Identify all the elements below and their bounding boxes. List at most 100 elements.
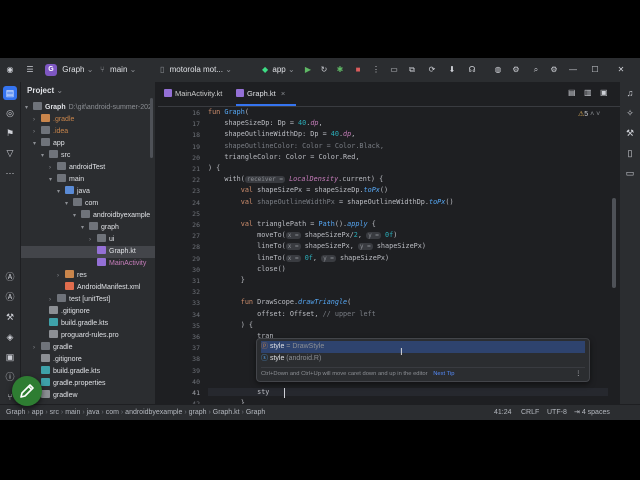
completion-item[interactable]: ⓢ style (android.R) bbox=[261, 353, 585, 365]
terminal-icon[interactable]: ▣ bbox=[3, 350, 17, 364]
project-tree-item[interactable]: › gradle bbox=[21, 342, 155, 354]
project-tree-item[interactable]: ▾ src bbox=[21, 150, 155, 162]
editor-scrollbar[interactable] bbox=[612, 198, 616, 288]
project-scrollbar[interactable] bbox=[150, 98, 153, 158]
breadcrumb-item[interactable]: com bbox=[106, 409, 119, 416]
app-menu-icon[interactable]: ◉ bbox=[4, 58, 16, 82]
chevron-right-icon[interactable]: › bbox=[49, 162, 57, 174]
caret-position[interactable]: 41:24 bbox=[494, 405, 512, 420]
next-tip-link[interactable]: Next Tip bbox=[433, 371, 454, 377]
chevron-right-icon[interactable]: › bbox=[33, 126, 41, 138]
notifications-bell-icon[interactable]: ♫ bbox=[623, 86, 637, 100]
sync-icon[interactable]: ⟳ bbox=[426, 58, 438, 82]
code-line[interactable]: shapeOutlineColor: Color = Color.Black, bbox=[208, 142, 384, 150]
indent-selector[interactable]: ⇥ 4 spaces bbox=[574, 405, 610, 420]
gradle-tool-icon[interactable]: ⚒ bbox=[623, 126, 637, 140]
more-icon[interactable]: ⋮ bbox=[370, 58, 382, 82]
breadcrumb-item[interactable]: src bbox=[50, 409, 59, 416]
code-line[interactable]: lineTo(x = 0f, y = shapeSizePx) bbox=[208, 254, 389, 262]
project-tree-item[interactable]: Graph.kt bbox=[21, 246, 155, 258]
project-tool-icon[interactable]: ▤ bbox=[3, 86, 17, 100]
gem-icon[interactable]: ◈ bbox=[3, 330, 17, 344]
project-panel-title[interactable]: Project ⌄ bbox=[27, 82, 63, 100]
code-line[interactable]: lineTo(x = shapeSizePx, y = shapeSizePx) bbox=[208, 242, 426, 251]
project-tree-item[interactable]: AndroidManifest.xml bbox=[21, 282, 155, 294]
close-icon[interactable]: ✕ bbox=[614, 58, 628, 82]
project-tree-item[interactable]: ▾ Graph D:\git\android-summer-202 bbox=[21, 102, 155, 114]
chevron-right-icon[interactable]: › bbox=[49, 294, 57, 306]
resource-manager-icon[interactable]: ⚑ bbox=[3, 126, 17, 140]
project-tree-item[interactable]: ▾ app bbox=[21, 138, 155, 150]
structure-icon[interactable]: ⋯ bbox=[3, 166, 17, 180]
code-line[interactable]: shapeOutlineWidthDp: Dp = 40.dp, bbox=[208, 130, 355, 138]
completion-item[interactable]: ⓟ style = DrawStyle bbox=[261, 341, 585, 353]
project-tree-item[interactable]: › androidTest bbox=[21, 162, 155, 174]
breadcrumb-item[interactable]: main bbox=[65, 409, 80, 416]
minimize-icon[interactable]: — bbox=[566, 58, 580, 82]
chevron-right-icon[interactable]: › bbox=[89, 234, 97, 246]
project-tree-item[interactable]: MainActivity bbox=[21, 258, 155, 270]
chevron-down-icon[interactable]: ▾ bbox=[73, 210, 81, 222]
chevron-right-icon[interactable]: › bbox=[33, 342, 41, 354]
chevron-down-icon[interactable]: ▾ bbox=[25, 102, 33, 114]
tab-graph[interactable]: Graph.kt × bbox=[236, 82, 296, 106]
main-menu-icon[interactable]: ☰ bbox=[24, 58, 36, 82]
project-tree-item[interactable]: › .gradle bbox=[21, 114, 155, 126]
project-tree-item[interactable]: › .idea bbox=[21, 126, 155, 138]
commit-tool-icon[interactable]: ◎ bbox=[3, 106, 17, 120]
breadcrumb-item[interactable]: app bbox=[32, 409, 44, 416]
breadcrumb-item[interactable]: graph bbox=[189, 409, 207, 416]
project-tree-item[interactable]: .gitignore bbox=[21, 306, 155, 318]
breadcrumb-item[interactable]: java bbox=[87, 409, 100, 416]
device-mirroring-icon[interactable]: ▯ bbox=[623, 146, 637, 160]
project-tree-item[interactable]: .gitignore bbox=[21, 354, 155, 366]
settings-icon[interactable]: ⚙ bbox=[510, 58, 522, 82]
maximize-icon[interactable]: ☐ bbox=[588, 58, 602, 82]
tab-mainactivity[interactable]: MainActivity.kt bbox=[164, 82, 234, 106]
code-line[interactable]: val shapeSizePx = shapeSizeDp.toPx() bbox=[208, 186, 388, 194]
notifications-icon[interactable]: ⚙ bbox=[548, 58, 560, 82]
code-line[interactable]: sty bbox=[208, 388, 608, 396]
search-icon[interactable]: ⌕ bbox=[530, 58, 542, 82]
gemini-icon[interactable]: ✧ bbox=[623, 106, 637, 120]
code-line[interactable]: shapeSizeDp: Dp = 40.dp, bbox=[208, 119, 322, 127]
running-devices-icon[interactable]: ▭ bbox=[623, 166, 637, 180]
code-line[interactable]: moveTo(x = shapeSizePx/2, y = 0f) bbox=[208, 231, 397, 240]
breadcrumb-item[interactable]: Graph bbox=[6, 409, 25, 416]
app-quality-icon[interactable]: Ⓐ bbox=[3, 290, 17, 304]
run-tool-icon[interactable]: Ⓐ bbox=[3, 270, 17, 284]
stop-icon[interactable]: ■ bbox=[352, 58, 364, 82]
device-manager-icon[interactable]: ▭ bbox=[388, 58, 400, 82]
project-tree-item[interactable]: ▾ graph bbox=[21, 222, 155, 234]
floating-edit-button[interactable] bbox=[12, 376, 42, 406]
account-icon[interactable]: ◍ bbox=[492, 58, 504, 82]
project-selector[interactable]: G Graph ⌄ bbox=[45, 58, 93, 82]
project-tree-item[interactable]: ▾ main bbox=[21, 174, 155, 186]
debug-icon[interactable]: ✱ bbox=[334, 58, 346, 82]
code-line[interactable]: ) { bbox=[208, 164, 220, 172]
code-line[interactable]: ) { bbox=[208, 321, 253, 329]
split-editor-icon[interactable]: ▥ bbox=[584, 88, 592, 97]
recent-files-icon[interactable]: ▤ bbox=[568, 88, 576, 97]
breadcrumb-item[interactable]: Graph bbox=[246, 409, 265, 416]
project-tree-item[interactable]: proguard-rules.pro bbox=[21, 330, 155, 342]
code-line[interactable]: with(receiver = LocalDensity.current) { bbox=[208, 175, 383, 184]
chevron-down-icon[interactable]: ▾ bbox=[33, 138, 41, 150]
device-selector[interactable]: ▯ motorola mot... ⌄ bbox=[160, 58, 244, 82]
chevron-down-icon[interactable]: ▾ bbox=[49, 174, 57, 186]
run-config-selector[interactable]: ◆ app ⌄ bbox=[262, 58, 295, 82]
code-line[interactable]: val trianglePath = Path().apply { bbox=[208, 220, 376, 228]
chevron-down-icon[interactable]: ▾ bbox=[65, 198, 73, 210]
chevron-right-icon[interactable]: › bbox=[33, 114, 41, 126]
editor-options-icon[interactable]: ▣ bbox=[600, 88, 608, 97]
chevron-right-icon[interactable]: › bbox=[57, 270, 65, 282]
breadcrumb-item[interactable]: androidbyexample bbox=[125, 409, 182, 416]
branch-selector[interactable]: ⑂ main ⌄ bbox=[100, 58, 136, 82]
sdk-manager-icon[interactable]: ⬇ bbox=[446, 58, 458, 82]
project-tree-item[interactable]: ▾ java bbox=[21, 186, 155, 198]
chevron-down-icon[interactable]: ▾ bbox=[57, 186, 65, 198]
code-line[interactable]: triangleColor: Color = Color.Red, bbox=[208, 153, 359, 161]
code-line[interactable]: val shapeOutlineWidthPx = shapeOutlineWi… bbox=[208, 198, 454, 206]
close-tab-icon[interactable]: × bbox=[281, 89, 285, 98]
code-line[interactable]: fun Graph( bbox=[208, 108, 249, 116]
